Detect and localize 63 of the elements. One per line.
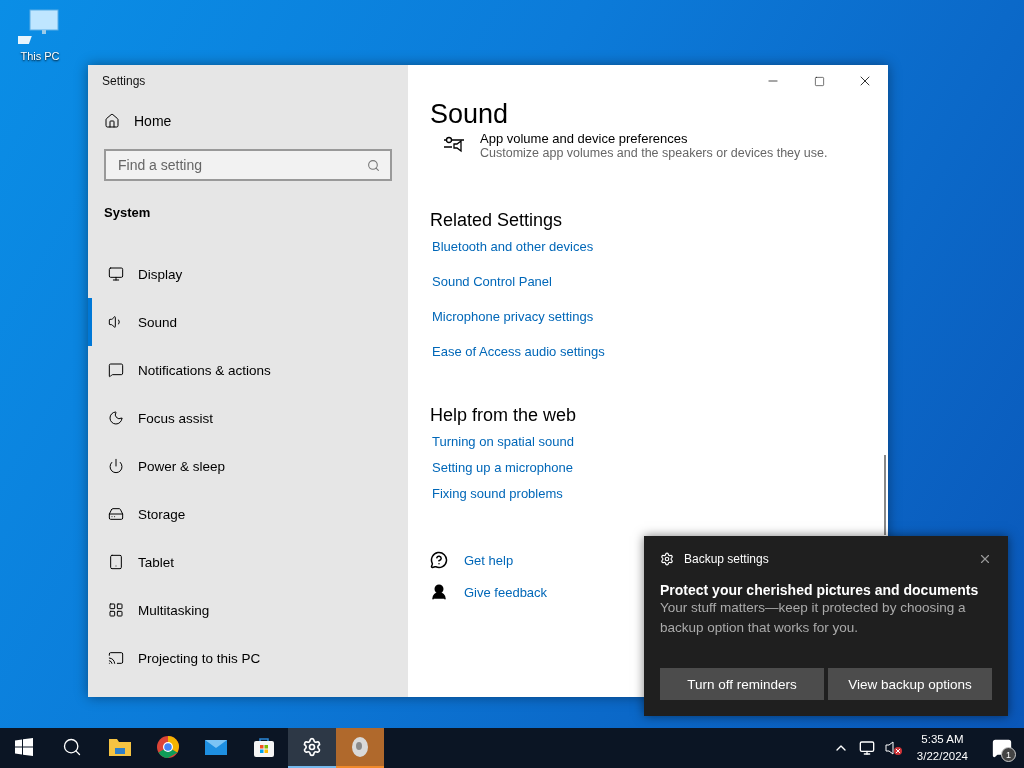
setting-title[interactable]: App volume and device preferences — [480, 132, 828, 146]
window-title: Settings — [101, 73, 147, 90]
sidebar-item[interactable]: Tablet — [88, 538, 408, 586]
home-icon — [104, 113, 120, 129]
feedback-icon — [430, 583, 448, 601]
search-icon — [367, 158, 380, 172]
desktop-icon-label: This PC — [20, 50, 60, 62]
settings-link[interactable]: Ease of Access audio settings — [432, 344, 605, 359]
footer-link[interactable]: Get help — [464, 552, 514, 568]
clock[interactable]: 5:35 AM 3/22/2024 — [910, 731, 974, 765]
settings-link[interactable]: Sound Control Panel — [432, 274, 552, 289]
settings-link[interactable]: Microphone privacy settings — [432, 309, 594, 324]
search-field[interactable]: Find a setting — [104, 149, 392, 181]
nav-icon — [108, 602, 124, 618]
help-link[interactable]: Turning on spatial sound — [432, 434, 574, 449]
nav-icon — [108, 650, 124, 666]
sidebar-item[interactable]: Projecting to this PC — [88, 634, 408, 682]
sidebar-item[interactable]: Focus assist — [88, 394, 408, 442]
nav-icon — [108, 410, 124, 426]
windows-logo-icon — [15, 738, 33, 756]
search-input[interactable]: Find a setting — [116, 156, 340, 174]
sidebar-item[interactable]: Notifications & actions — [88, 346, 408, 394]
store-icon — [253, 736, 275, 758]
help-link[interactable]: Fixing sound problems — [432, 486, 563, 501]
folder-icon — [108, 737, 132, 757]
action-center-button[interactable]: 1 — [980, 728, 1024, 768]
gear-icon — [302, 737, 322, 757]
page-title: Sound — [430, 99, 510, 130]
disc-icon — [350, 736, 370, 758]
gear-icon — [660, 552, 674, 566]
help-icon — [430, 551, 448, 569]
nav-icon — [108, 266, 124, 282]
nav-icon — [108, 362, 124, 378]
settings-link[interactable]: Bluetooth and other devices — [432, 239, 594, 254]
sidebar-item[interactable]: Power & sleep — [88, 442, 408, 490]
toast-button[interactable]: View backup options — [828, 668, 992, 700]
nav-icon — [108, 506, 124, 522]
section-heading: System — [103, 204, 152, 222]
volume-muted-icon[interactable] — [882, 740, 905, 756]
nav-icon — [108, 554, 124, 570]
toast-title: Protect your cherished pictures and documents — [660, 582, 979, 598]
taskbar-app[interactable] — [288, 728, 336, 768]
scrollbar[interactable] — [884, 455, 886, 535]
notification-count: 1 — [1001, 747, 1016, 762]
footer-link[interactable]: Give feedback — [464, 584, 548, 600]
setting-description: Customize app volumes and the speakers or devices they use. — [480, 146, 828, 160]
close-icon — [978, 552, 992, 566]
toast-app-name: Backup settings — [684, 552, 770, 566]
maximize-icon — [813, 75, 825, 87]
chrome-icon — [156, 735, 180, 759]
mail-icon — [204, 737, 228, 757]
sidebar-item[interactable]: Storage — [88, 490, 408, 538]
toast-button[interactable]: Turn off reminders — [660, 668, 824, 700]
close-button[interactable] — [978, 552, 992, 566]
sidebar-item[interactable]: Multitasking — [88, 586, 408, 634]
section-heading: Related Settings — [430, 210, 564, 231]
help-link[interactable]: Setting up a microphone — [432, 460, 573, 475]
home-nav-item[interactable]: Home — [88, 99, 408, 143]
toast-body: Your stuff matters—keep it protected by choosing a backup option that works for you. — [660, 599, 967, 637]
search-icon — [62, 737, 82, 757]
section-heading: Help from the web — [430, 405, 578, 426]
nav-icon — [108, 458, 124, 474]
sidebar-item[interactable]: Display — [88, 250, 408, 298]
